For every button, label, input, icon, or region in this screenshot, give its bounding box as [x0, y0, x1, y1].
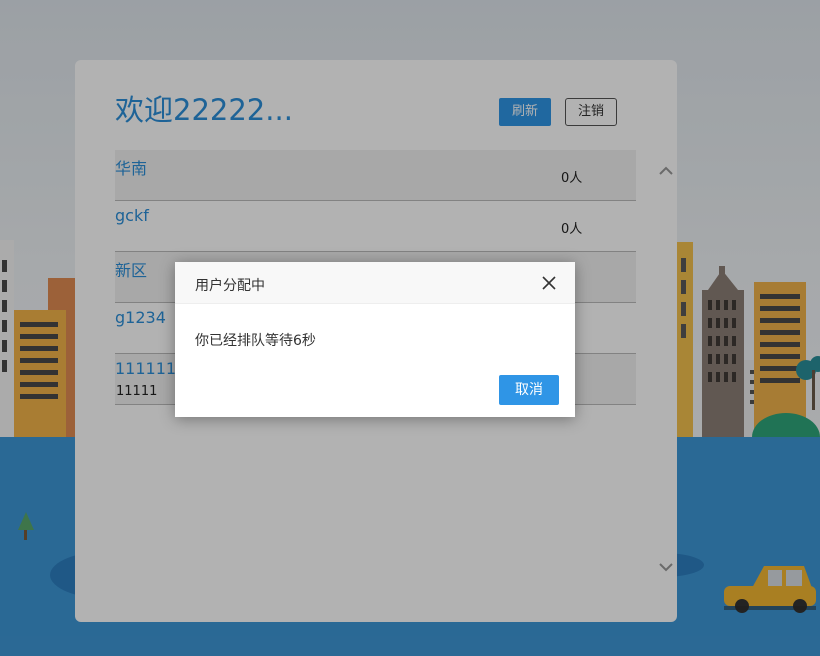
dialog-title: 用户分配中: [195, 278, 265, 294]
dialog-message: 你已经排队等待6秒: [195, 333, 316, 349]
queue-dialog: 用户分配中 你已经排队等待6秒 取消: [175, 262, 575, 417]
cancel-button[interactable]: 取消: [499, 375, 559, 405]
dialog-header: 用户分配中: [175, 262, 575, 304]
close-icon[interactable]: [541, 275, 557, 291]
